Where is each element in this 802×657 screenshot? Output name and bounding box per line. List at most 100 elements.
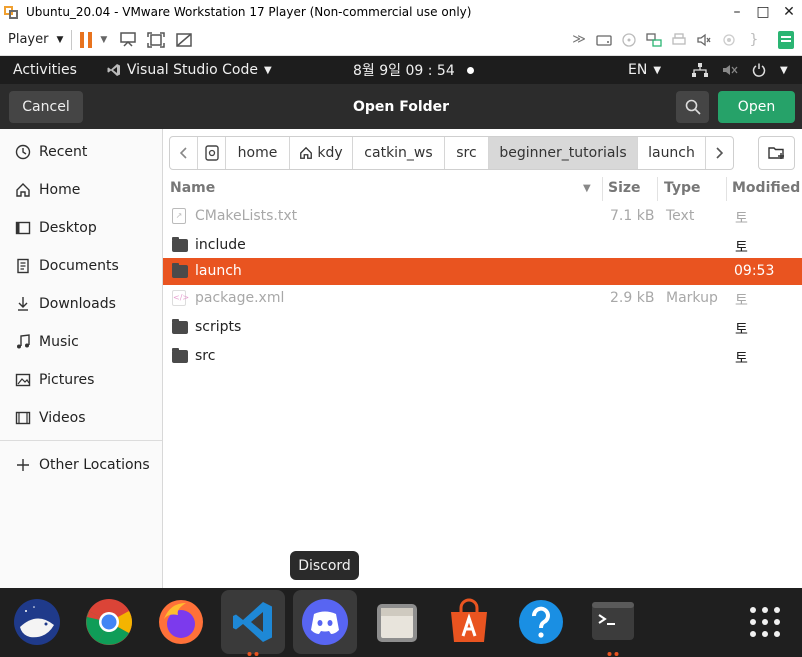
dock-item-software[interactable] (437, 590, 501, 654)
sort-descending-icon[interactable]: ▼ (583, 183, 591, 194)
sidebar-item-videos[interactable]: Videos (0, 399, 162, 437)
clock-icon (14, 144, 32, 160)
open-button[interactable]: Open (718, 91, 795, 123)
sidebar-item-label: Home (39, 182, 81, 198)
hard-disk-icon[interactable] (593, 29, 615, 51)
path-root-button[interactable] (198, 137, 226, 169)
file-row-launch[interactable]: launch 09:53 (163, 258, 802, 285)
activities-button[interactable]: Activities (13, 62, 77, 78)
folder-icon (172, 237, 188, 252)
chevron-down-icon: ▼ (56, 34, 64, 45)
cancel-button[interactable]: Cancel (9, 91, 83, 123)
sidebar-item-label: Other Locations (39, 457, 150, 473)
xml-file-icon: </> (172, 290, 189, 306)
clock[interactable]: 8월 9일 09 : 54 (353, 60, 474, 80)
text-file-icon: ↗ (172, 208, 186, 224)
path-segment-beginner-tutorials[interactable]: beginner_tutorials (489, 137, 638, 169)
folder-icon (172, 348, 188, 363)
unity-mode-icon[interactable] (173, 29, 195, 51)
file-row-src[interactable]: src 토 (163, 343, 802, 370)
column-name[interactable]: Name (170, 180, 215, 196)
pause-icon[interactable] (80, 31, 93, 48)
files-icon (377, 604, 417, 642)
sidebar-item-music[interactable]: Music (0, 323, 162, 361)
more-devices-icon[interactable]: ≫ (568, 29, 590, 51)
file-name: CMakeLists.txt (195, 208, 298, 224)
sidebar-item-label: Documents (39, 258, 119, 274)
chevron-left-icon (179, 147, 187, 159)
dock-item-firefox[interactable] (149, 590, 213, 654)
chevron-right-icon (715, 147, 723, 159)
file-row-cmakelists[interactable]: ↗ CMakeLists.txt 7.1 kB Text 토 (163, 203, 802, 230)
fullscreen-icon[interactable] (145, 29, 167, 51)
sidebar-item-label: Pictures (39, 372, 95, 388)
firefox-icon (159, 600, 203, 644)
chevron-down-icon[interactable]: ▼ (100, 35, 107, 45)
plus-icon (14, 458, 32, 472)
new-folder-icon (767, 147, 784, 159)
dock-item-vscode[interactable] (221, 590, 285, 656)
search-button[interactable] (676, 91, 709, 123)
close-button[interactable]: ✕ (776, 4, 802, 20)
sound-card-icon[interactable] (693, 29, 715, 51)
usb-icon[interactable]: } (743, 29, 765, 51)
sidebar-item-downloads[interactable]: Downloads (0, 285, 162, 323)
path-scroll-right-button[interactable] (706, 137, 731, 169)
path-scroll-left-button[interactable] (170, 137, 198, 169)
file-type: Markup (666, 290, 718, 306)
file-row-include[interactable]: include 토 (163, 232, 802, 259)
sidebar-item-recent[interactable]: Recent (0, 133, 162, 171)
new-folder-button[interactable] (758, 136, 795, 170)
sidebar-item-label: Recent (39, 144, 88, 160)
app-menu[interactable]: Visual Studio Code ▼ (107, 62, 272, 78)
cd-dvd-icon[interactable] (618, 29, 640, 51)
camera-icon[interactable] (718, 29, 740, 51)
column-divider (726, 177, 727, 201)
path-segment-kdy[interactable]: kdy (290, 137, 353, 169)
sidebar-item-desktop[interactable]: Desktop (0, 209, 162, 247)
player-menu[interactable]: Player ▼ (8, 32, 63, 47)
language-menu[interactable]: EN ▼ (628, 62, 661, 78)
maximize-button[interactable]: □ (750, 4, 776, 20)
sidebar-item-other-locations[interactable]: Other Locations (0, 446, 162, 484)
dock-item-help[interactable] (509, 590, 573, 654)
column-modified[interactable]: Modified (732, 180, 800, 196)
network-adapter-icon[interactable] (643, 29, 665, 51)
toolbar-separator (71, 29, 73, 50)
column-divider (602, 177, 603, 201)
dock-item-chrome[interactable] (77, 590, 141, 654)
show-applications-button[interactable] (733, 590, 797, 654)
dock-item-terminal[interactable] (581, 590, 645, 656)
dock-item-files[interactable] (365, 590, 429, 654)
dock-item-discord[interactable] (293, 590, 357, 654)
player-menu-label: Player (8, 32, 49, 47)
printer-icon[interactable] (668, 29, 690, 51)
drive-icon (204, 145, 219, 161)
path-segment-catkin-ws[interactable]: catkin_ws (353, 137, 445, 169)
file-name: package.xml (195, 290, 285, 306)
folder-icon (172, 263, 188, 278)
path-segment-home[interactable]: home (226, 137, 290, 169)
home-icon (14, 182, 32, 198)
sidebar-item-documents[interactable]: Documents (0, 247, 162, 285)
file-row-package-xml[interactable]: </> package.xml 2.9 kB Markup 토 (163, 285, 802, 312)
volume-muted-icon (723, 65, 738, 75)
message-log-icon[interactable] (778, 30, 794, 49)
dock-item-deepin-whale[interactable] (5, 590, 69, 654)
send-ctrl-alt-del-icon[interactable] (117, 29, 139, 51)
column-type[interactable]: Type (664, 180, 701, 196)
path-segment-src[interactable]: src (445, 137, 489, 169)
path-segment-launch[interactable]: launch (638, 137, 706, 169)
file-modified: 토 (735, 211, 748, 227)
vscode-small-icon (107, 64, 120, 76)
sidebar-item-pictures[interactable]: Pictures (0, 361, 162, 399)
power-icon (752, 63, 766, 77)
sidebar-item-home[interactable]: Home (0, 171, 162, 209)
running-indicator-icon (607, 652, 619, 656)
file-modified: 토 (735, 293, 748, 309)
column-size[interactable]: Size (608, 180, 641, 196)
help-icon (519, 600, 563, 644)
minimize-button[interactable]: – (724, 4, 750, 20)
file-row-scripts[interactable]: scripts 토 (163, 314, 802, 341)
system-tray[interactable]: ▼ (692, 63, 788, 77)
